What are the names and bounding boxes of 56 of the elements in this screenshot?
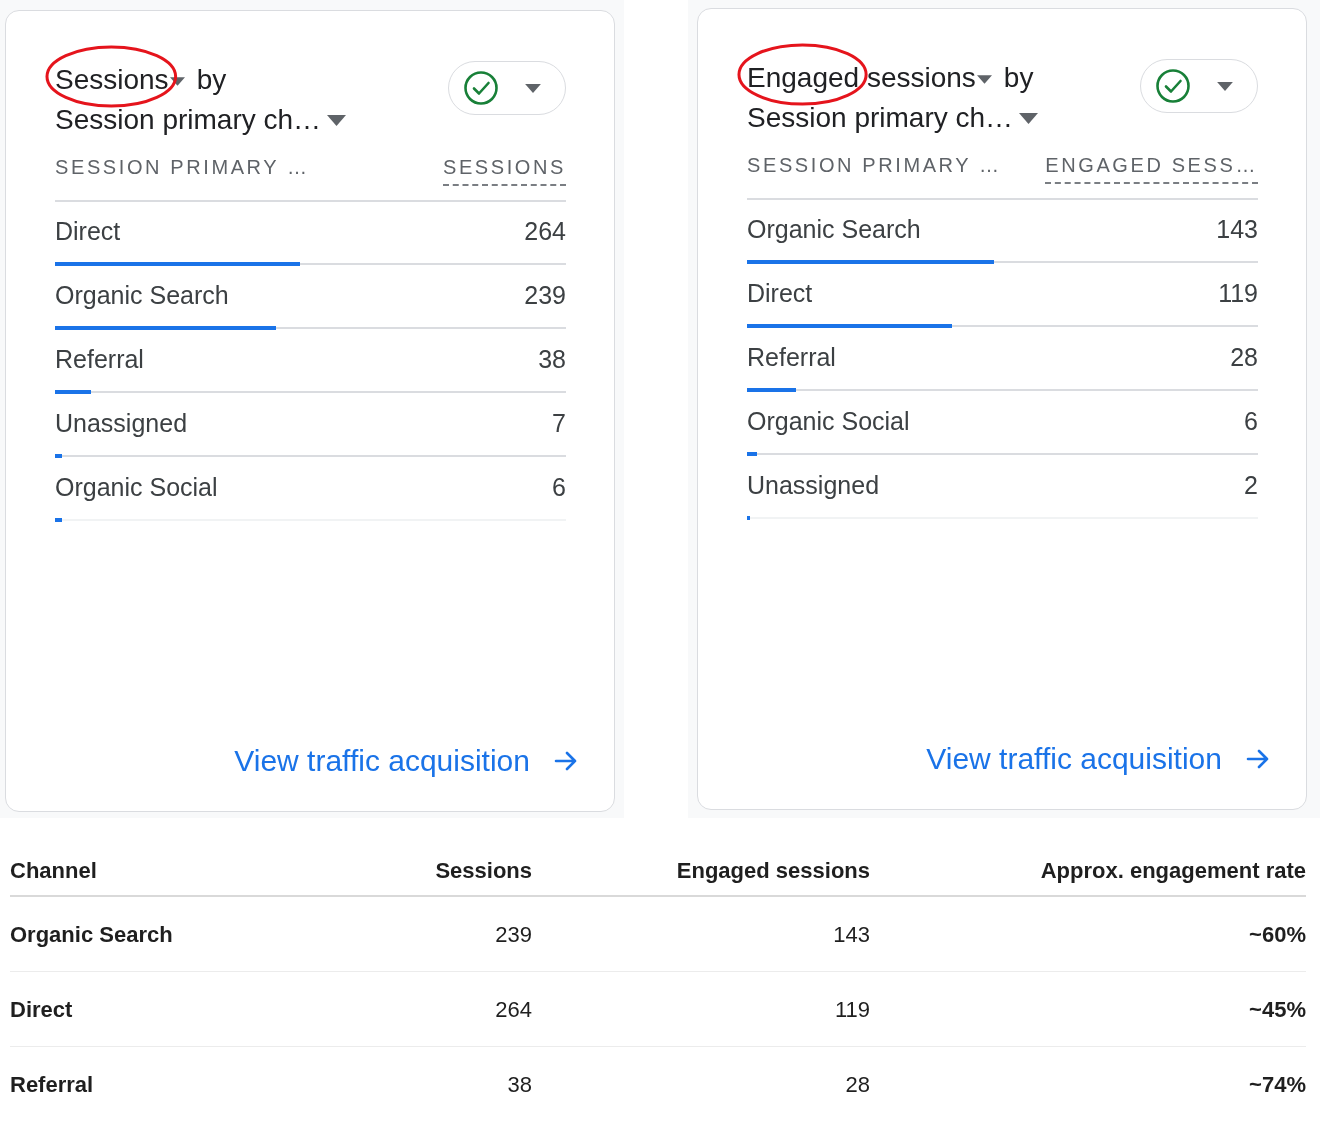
channel-name: Unassigned — [55, 408, 188, 440]
metric-value: 6 — [552, 472, 566, 504]
channel-name: Organic Social — [747, 406, 910, 438]
table-cell-text: Direct — [10, 995, 74, 1024]
status-dropdown[interactable] — [1140, 59, 1258, 113]
table-cell-text: 239 — [494, 920, 532, 949]
caret-icon — [169, 77, 185, 87]
table-cell-text: ~45% — [1248, 995, 1306, 1024]
metric-value: 28 — [1230, 342, 1258, 374]
metric-value: 6 — [1244, 406, 1258, 438]
channel-name: Organic Search — [747, 214, 921, 246]
table-cell-text: 38 — [506, 1071, 532, 1099]
metric-value: 7 — [552, 408, 566, 440]
table-cell-text: Referral — [10, 1071, 95, 1099]
column-header: Sessions — [434, 856, 532, 885]
metric-value: 143 — [1216, 214, 1258, 246]
channel-name: Direct — [55, 216, 121, 248]
metric-value: 239 — [524, 280, 566, 312]
view-traffic-link[interactable]: View traffic acquisition — [926, 739, 1270, 779]
channel-name: Organic Social — [55, 472, 218, 504]
caret-icon — [327, 114, 347, 126]
check-circle-icon — [464, 71, 498, 105]
table-cell-text: ~60% — [1248, 920, 1306, 949]
caret-icon — [1019, 112, 1039, 124]
metric-value: 2 — [1244, 470, 1258, 502]
table-cell-text: ~74% — [1248, 1071, 1306, 1099]
table-cell-text: 28 — [844, 1071, 870, 1099]
metric-value: 264 — [524, 216, 566, 248]
status-dropdown[interactable] — [448, 61, 566, 115]
column-header[interactable]: ENGAGED SESS… — [1045, 151, 1258, 184]
table-cell-text: 264 — [494, 995, 532, 1024]
column-header: SESSION PRIMARY … — [55, 155, 310, 180]
arrow-right-icon — [1246, 747, 1270, 771]
channel-name: Referral — [55, 344, 144, 376]
column-header: Approx. engagement rate — [1039, 856, 1306, 885]
by-label: by — [196, 63, 227, 97]
channel-name: Direct — [747, 278, 813, 310]
channel-name: Organic Search — [55, 280, 229, 312]
by-label: by — [1003, 61, 1034, 95]
column-header[interactable]: SESSIONS — [442, 153, 566, 186]
column-header: SESSION PRIMARY … — [747, 153, 1002, 178]
metric-value: 38 — [538, 344, 566, 376]
arrow-right-icon — [554, 749, 578, 773]
metric-value: 119 — [1218, 278, 1258, 310]
caret-icon — [525, 83, 541, 93]
table-cell-text: 143 — [832, 920, 870, 949]
table-cell-text: Organic Search — [10, 920, 174, 949]
column-header: Engaged sessions — [675, 856, 870, 885]
caret-icon — [976, 75, 992, 85]
view-traffic-link[interactable]: View traffic acquisition — [234, 741, 578, 781]
check-circle-icon — [1156, 69, 1190, 103]
channel-name: Unassigned — [747, 470, 880, 502]
caret-icon — [1217, 81, 1233, 91]
table-cell-text: 119 — [833, 995, 870, 1024]
column-header: Channel — [10, 856, 98, 885]
channel-name: Referral — [747, 342, 836, 374]
